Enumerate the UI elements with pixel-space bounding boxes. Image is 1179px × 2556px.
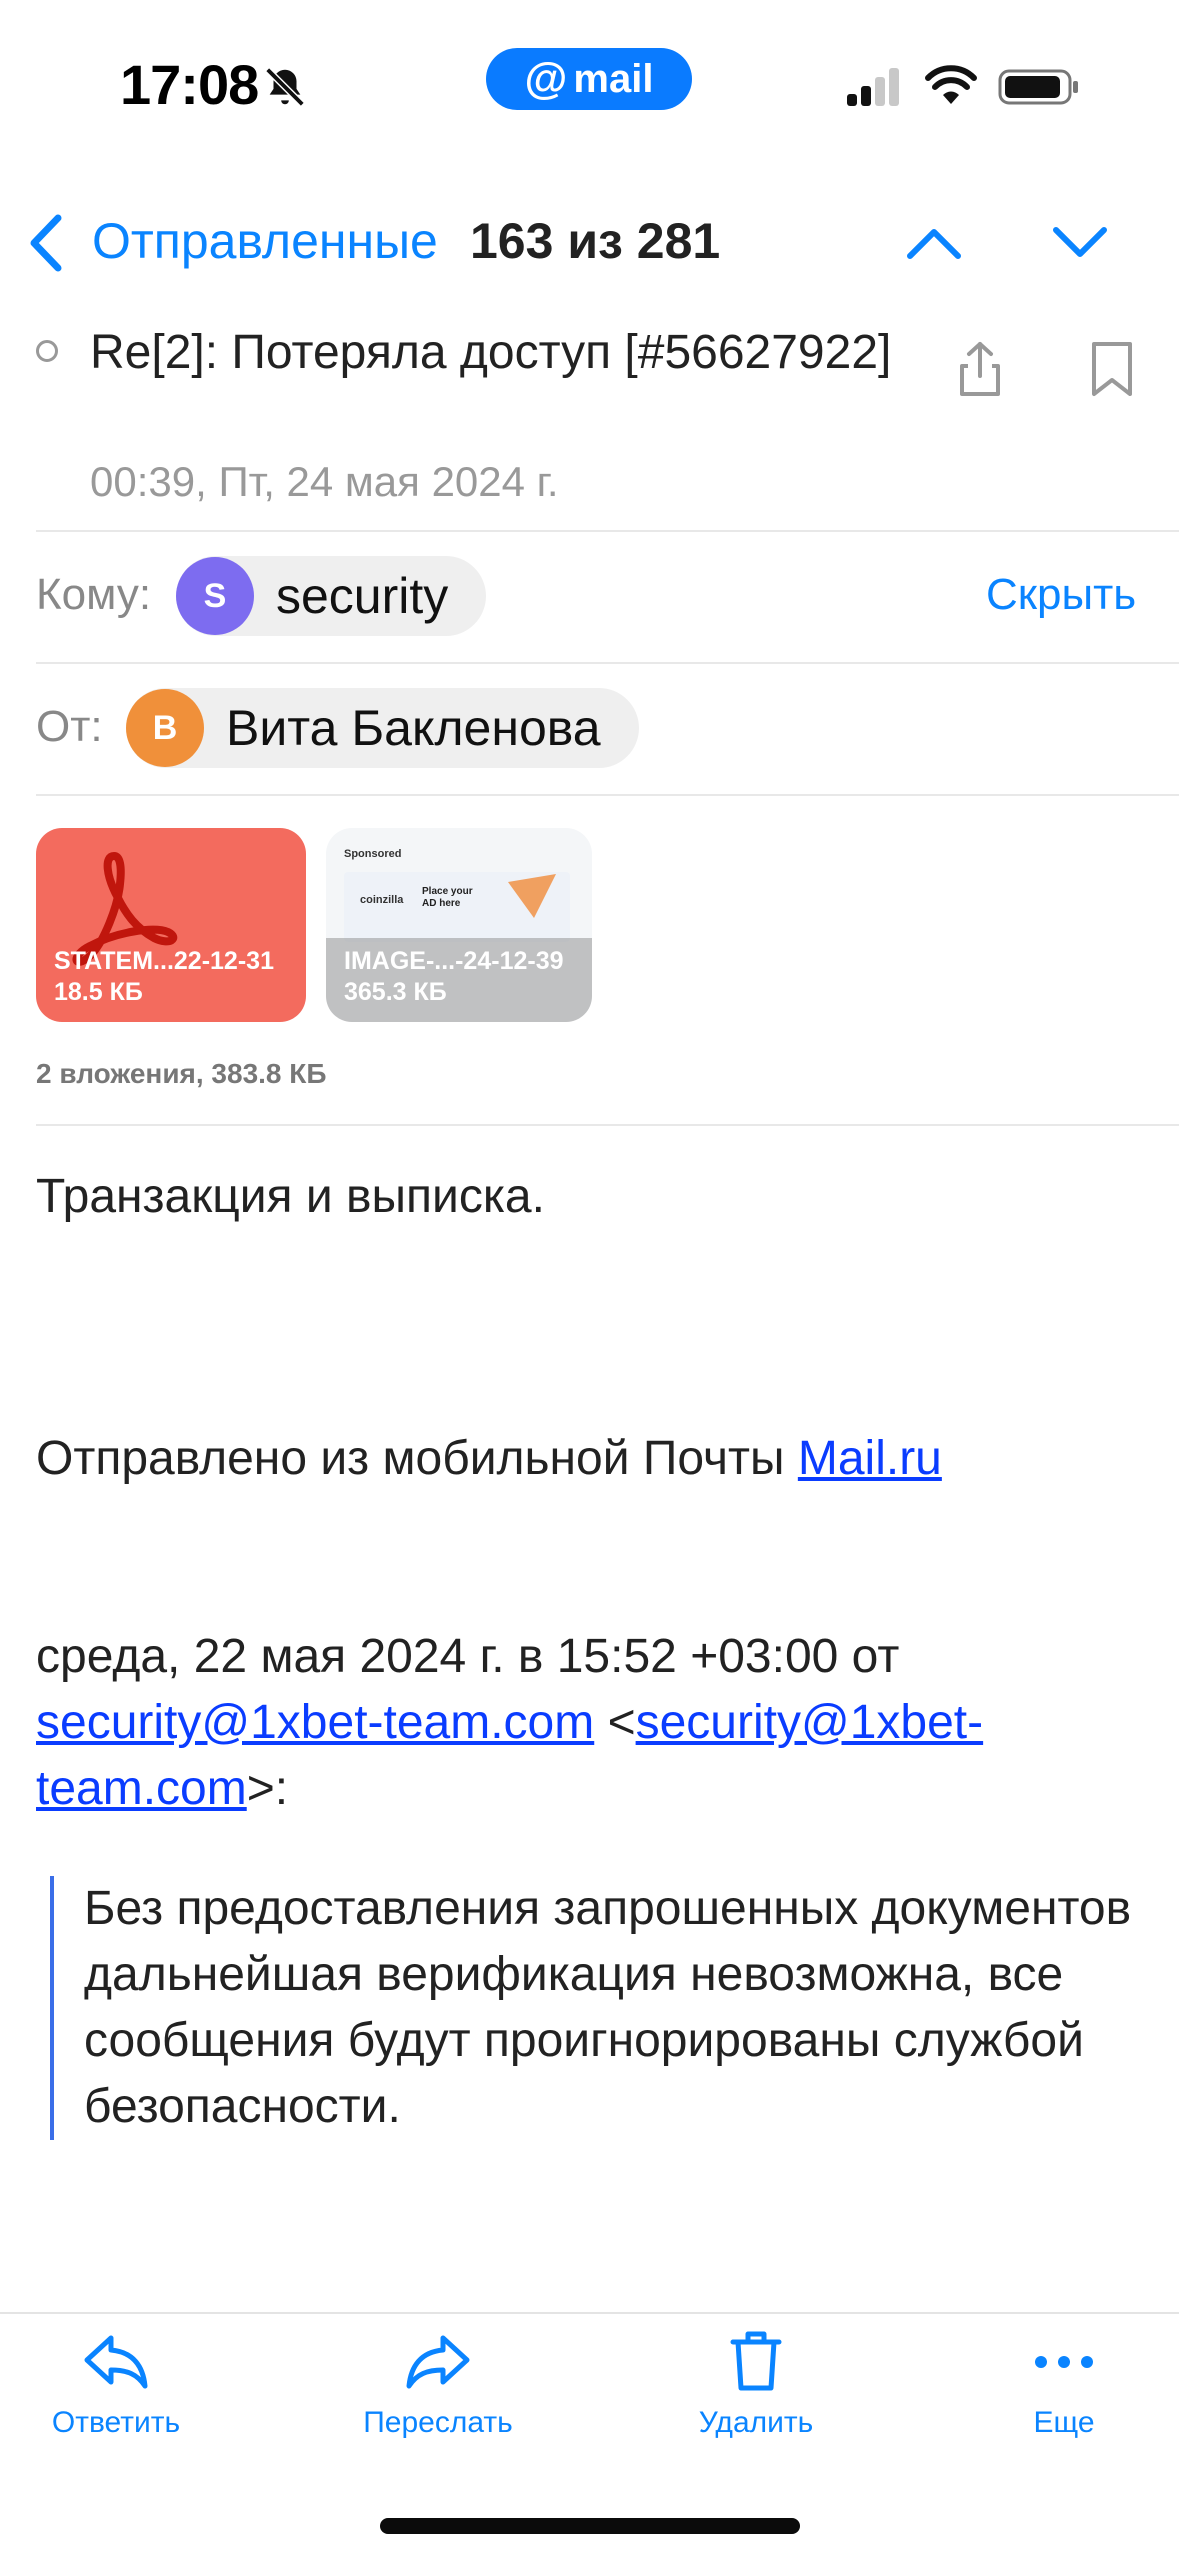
message-date: 00:39, Пт, 24 мая 2024 г. xyxy=(90,458,559,505)
avatar: S xyxy=(176,557,254,635)
hide-details-button[interactable]: Скрыть xyxy=(986,570,1136,620)
mail-app-pill[interactable]: @ mail xyxy=(486,48,692,110)
share-icon[interactable] xyxy=(950,338,1010,398)
toolbar-divider xyxy=(0,2312,1179,2314)
forward-button[interactable]: Переслать xyxy=(328,2326,548,2440)
message-subject: Re[2]: Потеряла доступ [#56627922] xyxy=(90,326,892,379)
read-status-dot[interactable] xyxy=(36,340,58,362)
at-icon: @ xyxy=(524,54,568,103)
reply-label: Ответить xyxy=(51,2406,181,2439)
quote-bar xyxy=(50,1876,54,2140)
home-indicator[interactable] xyxy=(380,2518,800,2534)
attachment-size: 18.5 КБ xyxy=(54,978,143,1006)
attachment-pdf[interactable]: STATEM...22-12-31 18.5 КБ xyxy=(36,828,306,1022)
recipient-name: security xyxy=(276,568,449,624)
back-chevron-icon[interactable] xyxy=(24,212,68,274)
back-button-sent[interactable]: Отправленные xyxy=(92,212,438,270)
forward-label: Переслать xyxy=(363,2406,513,2439)
mailru-link[interactable]: Mail.ru xyxy=(798,1432,942,1485)
more-label: Еще xyxy=(1033,2406,1095,2439)
sender-name: Вита Бакленова xyxy=(226,700,601,756)
sender-chip[interactable]: В Вита Бакленова xyxy=(126,688,639,768)
thumb-ad-text: Place your AD here xyxy=(422,886,473,909)
signature-text: Отправлено из мобильной Почты xyxy=(36,1432,798,1485)
previous-message-icon[interactable] xyxy=(902,218,966,266)
more-button[interactable]: Еще xyxy=(954,2326,1174,2440)
thumb-shape-icon xyxy=(508,874,556,918)
cellular-signal-icon xyxy=(847,68,899,106)
status-time: 17:08 xyxy=(120,53,259,116)
quote-header: среда, 22 мая 2024 г. в 15:52 +03:00 от … xyxy=(36,1624,1146,1822)
email-link[interactable]: team.com xyxy=(36,1762,247,1815)
divider xyxy=(36,1124,1179,1126)
divider xyxy=(36,794,1179,796)
attachment-caption: IMAGE-...-24-12-39 365.3 КБ xyxy=(344,946,564,1008)
thumb-sponsored-text: Sponsored xyxy=(344,848,402,860)
attachments-summary: 2 вложения, 383.8 КБ xyxy=(36,1058,327,1089)
reply-button[interactable]: Ответить xyxy=(6,2326,226,2440)
bookmark-icon[interactable] xyxy=(1084,338,1140,400)
from-label: От: xyxy=(36,702,103,751)
thumb-brand-text: coinzilla xyxy=(360,894,404,906)
signature-line: Отправлено из мобильной Почты Mail.ru xyxy=(36,1426,942,1492)
more-dots-icon xyxy=(1035,2356,1093,2368)
divider xyxy=(36,662,1179,664)
email-link[interactable]: security@1xbet-team.com xyxy=(36,1696,594,1749)
battery-icon xyxy=(998,69,1078,105)
delete-button[interactable]: Удалить xyxy=(646,2326,866,2440)
attachment-name: STATEM...22-12-31 xyxy=(54,947,274,975)
divider xyxy=(36,530,1179,532)
forward-icon xyxy=(406,2335,470,2389)
avatar: В xyxy=(126,689,204,767)
quoted-text: Без предоставления запрошенных документо… xyxy=(84,1882,1132,2133)
attachment-caption: STATEM...22-12-31 18.5 КБ xyxy=(54,946,274,1008)
delete-label: Удалить xyxy=(698,2406,814,2439)
quote-header-text: среда, 22 мая 2024 г. в 15:52 +03:00 от xyxy=(36,1630,900,1683)
message-counter: 163 из 281 xyxy=(470,213,721,269)
attachment-name: IMAGE-...-24-12-39 xyxy=(344,947,564,975)
bell-slash-icon xyxy=(265,67,305,107)
recipient-chip[interactable]: S security xyxy=(176,556,487,636)
email-link[interactable]: security@1xbet- xyxy=(636,1696,984,1749)
attachment-size: 365.3 КБ xyxy=(344,978,447,1006)
quote-gt: >: xyxy=(246,1762,289,1815)
reply-icon xyxy=(84,2335,148,2389)
wifi-icon xyxy=(925,65,977,104)
quote-lt: < xyxy=(594,1696,636,1749)
attachment-image[interactable]: Sponsored coinzilla Place your AD here I… xyxy=(326,828,592,1022)
body-paragraph: Транзакция и выписка. xyxy=(36,1170,545,1223)
trash-icon xyxy=(730,2331,782,2391)
next-message-icon[interactable] xyxy=(1048,218,1112,266)
mail-app-label: mail xyxy=(573,56,654,101)
to-label: Кому: xyxy=(36,570,152,619)
